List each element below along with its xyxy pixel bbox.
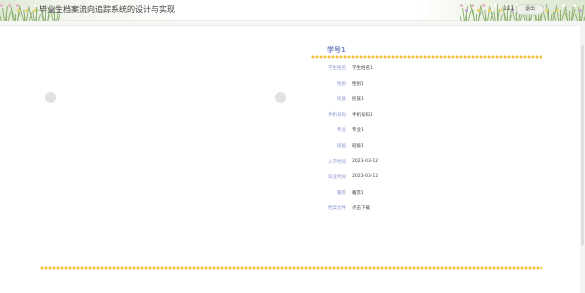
flower-decoration: [545, 9, 548, 12]
flower-decoration: [460, 4, 463, 7]
flower-decoration: [499, 9, 502, 12]
bottom-divider: [40, 266, 542, 270]
detail-heading: 学号1: [327, 46, 346, 54]
flower-decoration: [488, 9, 491, 12]
flower-decoration: [477, 9, 480, 12]
detail-row: 学生姓名 学生姓名1: [310, 63, 540, 73]
flower-decoration: [25, 9, 28, 12]
page-scrollbar[interactable]: [580, 21, 585, 293]
flower-decoration: [0, 4, 3, 7]
detail-row-label: 籍贯: [337, 190, 346, 196]
detail-row: 性别 性别1: [310, 79, 540, 89]
detail-row: 籍贯 籍贯1: [310, 188, 540, 198]
detail-row: 入学时间 2023-03-12: [310, 157, 540, 167]
grass-blade: [574, 13, 578, 21]
header-subbar: [0, 21, 585, 26]
detail-row: 班级 班级1: [310, 141, 540, 151]
flower-decoration: [8, 4, 11, 7]
detail-row-value: 籍贯1: [352, 190, 364, 196]
flower-decoration: [34, 4, 37, 7]
grass-blade: [38, 13, 41, 21]
scrollbar-thumb[interactable]: [581, 45, 584, 245]
grass-blade: [525, 13, 528, 21]
site-title: 毕业生档案流向追踪系统的设计与实现: [39, 5, 175, 14]
detail-row-label: 班级: [337, 144, 346, 149]
detail-row-value: 民族1: [352, 97, 364, 103]
detail-row: 档案文件 点击下载: [310, 203, 540, 213]
flower-decoration: [494, 4, 497, 7]
flower-decoration: [482, 4, 485, 7]
detail-row-value: 性别1: [352, 81, 364, 87]
flower-decoration: [556, 9, 559, 12]
detail-row: 毕业时间 2023-03-12: [310, 172, 540, 182]
detail-row: 手机号码 手机号码1: [310, 110, 540, 120]
flower-decoration: [33, 9, 36, 12]
flower-decoration: [471, 4, 474, 7]
grass-blade: [578, 12, 580, 21]
detail-row-value: 专业1: [352, 128, 364, 134]
grass-blade: [471, 8, 475, 21]
detail-row-label: 学生姓名: [328, 66, 346, 71]
flower-decoration: [16, 4, 19, 7]
detail-row-value: 手机号码1: [352, 112, 373, 118]
detail-row-label: 性别: [337, 81, 346, 87]
grass-blade: [499, 13, 503, 21]
detail-row-value: 2023-03-12: [352, 174, 379, 180]
detail-row-label: 手机号码: [328, 112, 346, 118]
grass-blade: [493, 10, 497, 21]
image-carousel[interactable]: [40, 38, 290, 248]
flower-decoration: [579, 9, 582, 12]
flower-decoration: [17, 9, 20, 12]
grass-blade: [555, 5, 559, 21]
flower-decoration: [562, 4, 565, 7]
detail-row-label: 民族: [337, 97, 346, 103]
detail-row-label: 毕业时间: [328, 175, 346, 181]
top-header: 毕业生档案流向追踪系统的设计与实现 111 退出: [0, 0, 585, 21]
flower-decoration: [573, 4, 576, 7]
detail-row-label: 专业: [337, 128, 346, 134]
detail-row-value: 2023-03-12: [352, 158, 379, 164]
detail-row-label: 入学时间: [328, 159, 346, 165]
detail-row: 民族 民族1: [310, 94, 540, 104]
detail-row: 专业 专业1: [310, 125, 540, 135]
detail-row-label: 档案文件: [328, 206, 346, 212]
download-file-link[interactable]: 点击下载: [352, 205, 370, 211]
detail-row-value: 学生姓名1: [352, 66, 373, 71]
detail-row-value: 班级1: [352, 144, 364, 149]
grass-blade: [475, 14, 477, 21]
carousel-prev-icon[interactable]: [45, 92, 56, 103]
user-menu-button[interactable]: 退出: [516, 4, 544, 15]
current-user-name[interactable]: 111: [503, 5, 514, 12]
detail-divider-top: [311, 55, 542, 59]
flower-decoration: [465, 9, 468, 12]
carousel-next-icon[interactable]: [275, 92, 286, 103]
